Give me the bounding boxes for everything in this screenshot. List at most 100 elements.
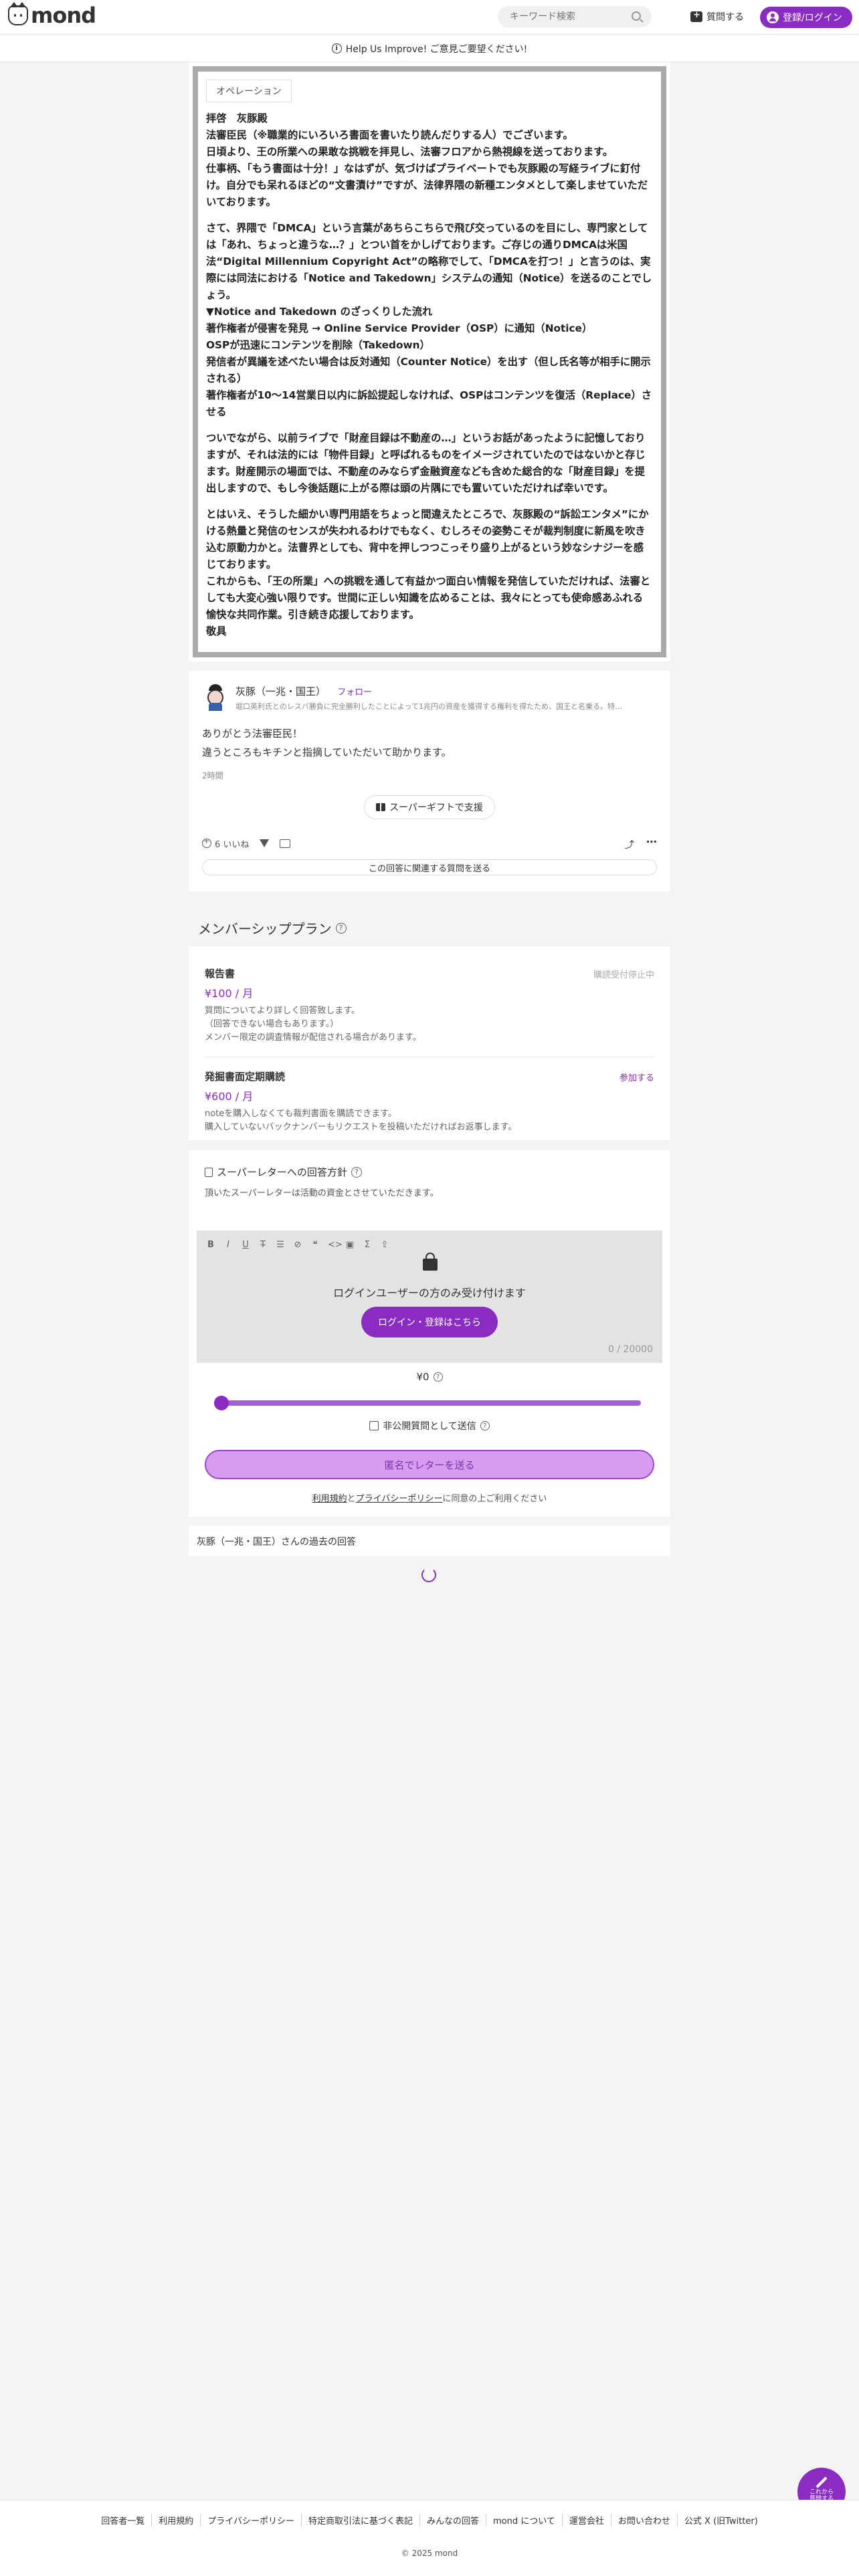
- terms-link[interactable]: 利用規約: [312, 1494, 347, 1504]
- letter-line: ついでながら、以前ライブで「財産目録は不動産の…」というお話があったように記憶し…: [206, 432, 646, 494]
- help-icon[interactable]: ?: [433, 1372, 443, 1382]
- send-letter-button[interactable]: 匿名でレターを送る: [205, 1450, 654, 1479]
- editor-toolbar: B I U T ☰ ⊘ ❝ <> ▣ Σ ⇪: [206, 1240, 389, 1250]
- formula-icon[interactable]: Σ: [363, 1240, 372, 1250]
- operation-tag: オペレーション: [206, 80, 292, 102]
- footer-link[interactable]: 回答者一覧: [94, 2514, 151, 2527]
- plan-name: 報告書: [205, 968, 235, 980]
- lock-icon: [423, 1253, 438, 1271]
- logo[interactable]: mond: [8, 2, 96, 26]
- help-icon[interactable]: ?: [335, 922, 347, 934]
- privacy-link[interactable]: プライバシーポリシー: [356, 1494, 443, 1504]
- plan-status: 購読受付停止中: [593, 970, 654, 980]
- search-icon[interactable]: [632, 11, 641, 21]
- super-letter-policy: スーパーレターへの回答方針 ? 頂いたスーパーレターは活動の資金とさせていただき…: [205, 1165, 439, 1198]
- like-button[interactable]: 6 いいね: [202, 837, 249, 850]
- follow-button[interactable]: フォロー: [337, 687, 372, 697]
- letter-line: 著作権者が10〜14営業日以内に訴訟提起しなければ、OSPはコンテンツを復活（R…: [206, 389, 652, 418]
- super-gift-button[interactable]: スーパーギフトで支援: [364, 795, 495, 819]
- plan-description: 質問についてより詳しく回答致します。 （回答できない場合もあります。） メンバー…: [205, 1006, 421, 1043]
- site-header: mond 質問する 登録/ログイン: [0, 0, 859, 35]
- amount-display: ¥0 ?: [189, 1371, 670, 1383]
- membership-title: メンバーシッププラン: [198, 921, 332, 937]
- comment-icon: [280, 839, 291, 848]
- plan-item[interactable]: 発掘書面定期購読 ¥600 / 月 noteを購入しなくても裁判書面を購読できま…: [205, 1057, 654, 1146]
- responder-header: 灰豚（一兆・国王） フォロー 堀口英利氏とのレスバ勝負に完全勝利したことによって…: [202, 684, 664, 712]
- bold-icon[interactable]: B: [206, 1240, 215, 1250]
- letter-line: とはいえ、そうした細かい専門用語をちょっと間違えたところで、灰豚殿の“訴訟エンタ…: [206, 508, 649, 570]
- code-icon[interactable]: <>: [328, 1240, 343, 1250]
- editor-login-button[interactable]: ログイン・登録はこちら: [361, 1307, 498, 1337]
- plan-price: ¥600 / 月: [205, 1090, 254, 1103]
- site-footer: 回答者一覧 利用規約 プライバシーポリシー 特定商取引法に基づく表記 みんなの回…: [0, 2500, 859, 2576]
- help-icon[interactable]: ?: [351, 1166, 362, 1178]
- membership-card: 報告書 ¥100 / 月 質問についてより詳しく回答致します。 （回答できない場…: [189, 946, 670, 1140]
- editor-message: ログインユーザーの方のみ受け付けます: [333, 1287, 526, 1299]
- letter-line: 敬具: [206, 625, 227, 637]
- plan-name: 発掘書面定期購読: [205, 1071, 286, 1083]
- letter-line: 著作権者が侵害を発見 → Online Service Provider（OSP…: [206, 322, 593, 334]
- plan-item[interactable]: 報告書 ¥100 / 月 質問についてより詳しく回答致します。 （回答できない場…: [205, 946, 654, 1057]
- amount-value: ¥0: [416, 1371, 430, 1383]
- letter-line: 法審臣民（※職業的にいろいろ書面を書いたり読んだりする人）でございます。: [206, 129, 573, 141]
- join-plan-button[interactable]: 参加する: [619, 1071, 654, 1083]
- footer-link[interactable]: お問い合わせ: [610, 2514, 677, 2527]
- answer-content: オペレーション 拝啓 灰豚殿 法審臣民（※職業的にいろいろ書面を書いたり読んだり…: [193, 66, 666, 657]
- help-icon[interactable]: ?: [480, 1421, 490, 1430]
- footer-link[interactable]: 公式 X (旧Twitter): [676, 2514, 765, 2527]
- letter-line: さて、界隈で「DMCA」という言葉があちらこちらで飛び交っているのを目にし、専門…: [206, 222, 652, 301]
- loading-spinner-icon: [421, 1568, 436, 1582]
- policy-description: 頂いたスーパーレターは活動の資金とさせていただきます。: [205, 1188, 439, 1198]
- login-label: 登録/ログイン: [783, 13, 842, 23]
- letter-line: 拝啓 灰豚殿: [206, 112, 268, 124]
- avatar[interactable]: [202, 684, 229, 711]
- footer-link[interactable]: プライバシーポリシー: [200, 2514, 301, 2527]
- membership-heading: メンバーシッププラン ?: [198, 918, 347, 938]
- responder-name[interactable]: 灰豚（一兆・国王）: [235, 685, 326, 697]
- footer-link[interactable]: 運営会社: [561, 2514, 611, 2527]
- user-icon: [767, 11, 779, 23]
- footer-link[interactable]: mond について: [486, 2514, 562, 2527]
- private-question-option[interactable]: 非公開質問として送信 ?: [189, 1419, 670, 1432]
- more-options-icon[interactable]: ⋯: [646, 835, 657, 848]
- add-question-icon: [690, 10, 702, 22]
- footer-link[interactable]: みんなの回答: [419, 2514, 486, 2527]
- responder-bio: 堀口英利氏とのレスバ勝負に完全勝利したことによって1兆円の資産を獲得する権利を得…: [235, 702, 623, 711]
- letter-line: これからも、「王の所業」への挑戦を通して有益かつ面白い情報を発信していただければ…: [206, 575, 651, 621]
- answer-letter: 拝啓 灰豚殿 法審臣民（※職業的にいろいろ書面を書いたり読んだりする人）でござい…: [206, 110, 653, 640]
- search-input[interactable]: [498, 6, 625, 27]
- footer-link[interactable]: 利用規約: [151, 2514, 200, 2527]
- amount-slider[interactable]: [214, 1396, 641, 1410]
- comment-button[interactable]: [280, 839, 291, 848]
- letter-line: 日頃より、王の所業への果敢な挑戦を拝見し、法審フロアから熱視線を送っております。: [206, 146, 613, 158]
- dislike-button[interactable]: [260, 839, 270, 847]
- super-gift-label: スーパーギフトで支援: [389, 802, 483, 813]
- send-related-question-button[interactable]: この回答に関連する質問を送る: [202, 859, 657, 875]
- banner-text: Help Us Improve! ご意見ご要望ください!: [345, 43, 528, 55]
- footer-link[interactable]: 特定商取引法に基づく表記: [300, 2514, 419, 2527]
- response-line: ありがとう法審臣民！: [202, 728, 303, 740]
- strikethrough-icon[interactable]: T: [258, 1240, 268, 1250]
- italic-icon[interactable]: I: [223, 1240, 233, 1250]
- super-letter-card: スーパーレターへの回答方針 ? 頂いたスーパーレターは活動の資金とさせていただき…: [189, 1150, 670, 1517]
- link-icon[interactable]: ⊘: [293, 1240, 302, 1250]
- underline-icon[interactable]: U: [241, 1240, 250, 1250]
- copyright: © 2025 mond: [401, 2549, 458, 2558]
- list-icon[interactable]: ☰: [276, 1240, 285, 1250]
- dislike-icon: [260, 839, 270, 847]
- footer-links: 回答者一覧 利用規約 プライバシーポリシー 特定商取引法に基づく表記 みんなの回…: [0, 2514, 859, 2527]
- letter-line: 仕事柄、「もう書面は十分！」なはずが、気づけばプライベートでも灰豚殿の写経ライブ…: [206, 163, 648, 208]
- feedback-banner[interactable]: i Help Us Improve! ご意見ご要望ください!: [0, 35, 859, 62]
- share-icon[interactable]: ⤴: [625, 838, 634, 851]
- upload-icon[interactable]: ⇪: [380, 1240, 389, 1250]
- image-icon[interactable]: ▣: [345, 1240, 355, 1250]
- private-checkbox[interactable]: [369, 1421, 379, 1430]
- quote-icon[interactable]: ❝: [310, 1240, 320, 1250]
- action-bar: 6 いいね ⤴ ⋯: [202, 835, 657, 851]
- letter-line: 発信者が異議を述べたい場合は反対通知（Counter Notice）を出す（但し…: [206, 356, 651, 385]
- login-button[interactable]: 登録/ログイン: [760, 7, 852, 28]
- ask-question-label: 質問する: [706, 12, 744, 23]
- ask-question-button[interactable]: 質問する: [690, 7, 744, 27]
- plan-description: noteを購入しなくても裁判書面を購読できます。 購入していないバックナンバーも…: [205, 1109, 517, 1132]
- slider-thumb[interactable]: [214, 1396, 229, 1410]
